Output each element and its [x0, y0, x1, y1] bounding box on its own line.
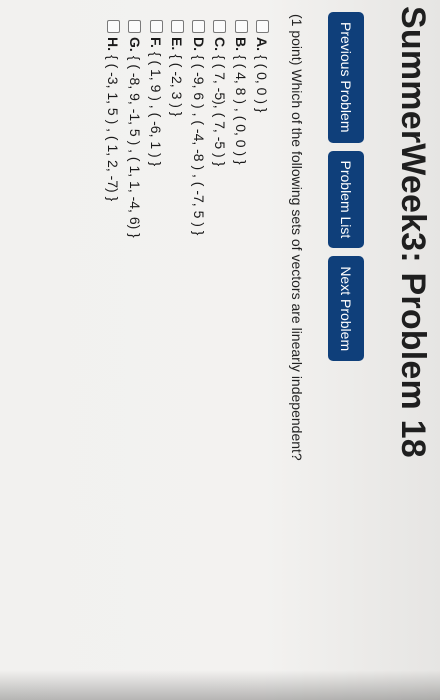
option-b-letter: B. [233, 37, 250, 51]
option-e-text: { ( -2, 3 ) } [169, 54, 186, 117]
option-f-letter: F. [148, 37, 165, 48]
option-a-checkbox[interactable] [256, 20, 269, 33]
previous-problem-button[interactable]: Previous Problem [328, 12, 364, 143]
next-problem-button[interactable]: Next Problem [328, 256, 364, 362]
option-f-text: { ( 1, 9 ) , ( -6, 1 ) } [148, 51, 165, 167]
option-c[interactable]: C. { ( 7, -5), ( 7, -5 ) } [210, 20, 229, 238]
page-content: SummerWeek3: Problem 18 Previous Problem… [0, 0, 440, 700]
option-h-text: { ( -3, 1, 5 ) , ( 1, 2, -7) } [105, 55, 122, 202]
option-a-text: { ( 0, 0 ) } [254, 55, 271, 113]
option-h-checkbox[interactable] [106, 20, 120, 33]
option-b-checkbox[interactable] [234, 20, 248, 33]
option-b-text: { ( 4, 8 ) , ( 0, 0 ) } [233, 55, 250, 165]
option-c-letter: C. [211, 37, 228, 51]
photo-edge-shadow [0, 670, 440, 700]
option-h[interactable]: H. { ( -3, 1, 5 ) , ( 1, 2, -7) } [104, 20, 123, 238]
option-g[interactable]: G. { ( -8, 9, -1, 5 ) , ( 1, 1, -4, 6) } [125, 20, 144, 238]
option-c-text: { ( 7, -5), ( 7, -5 ) } [211, 55, 228, 167]
problem-list-button[interactable]: Problem List [328, 150, 364, 249]
option-f-checkbox[interactable] [149, 20, 163, 33]
option-e[interactable]: E. { ( -2, 3 ) } [168, 20, 187, 238]
option-g-checkbox[interactable] [128, 20, 142, 33]
option-f[interactable]: F. { ( 1, 9 ) , ( -6, 1 ) } [147, 20, 166, 238]
page-title: SummerWeek3: Problem 18 [394, 6, 432, 458]
option-h-letter: H. [105, 37, 122, 51]
option-d-letter: D. [190, 37, 207, 51]
question-prompt: (1 point) Which of the following sets of… [289, 14, 305, 461]
option-e-letter: E. [169, 37, 186, 51]
option-g-text: { ( -8, 9, -1, 5 ) , ( 1, 1, -4, 6) } [126, 55, 143, 238]
problem-navigation: Previous Problem Problem List Next Probl… [328, 12, 364, 362]
option-c-checkbox[interactable] [213, 20, 227, 33]
option-e-checkbox[interactable] [170, 20, 184, 33]
answer-options: A. { ( 0, 0 ) } B. { ( 4, 8 ) , ( 0, 0 )… [102, 20, 272, 238]
option-a[interactable]: A. { ( 0, 0 ) } [253, 20, 272, 238]
option-d-checkbox[interactable] [192, 20, 206, 33]
option-a-letter: A. [254, 37, 271, 51]
option-d-text: { ( -9, 6 ) , ( -4, -8 ) , ( -7, 5 ) } [190, 55, 207, 236]
option-g-letter: G. [126, 37, 143, 52]
option-d[interactable]: D. { ( -9, 6 ) , ( -4, -8 ) , ( -7, 5 ) … [189, 20, 208, 238]
option-b[interactable]: B. { ( 4, 8 ) , ( 0, 0 ) } [232, 20, 251, 238]
